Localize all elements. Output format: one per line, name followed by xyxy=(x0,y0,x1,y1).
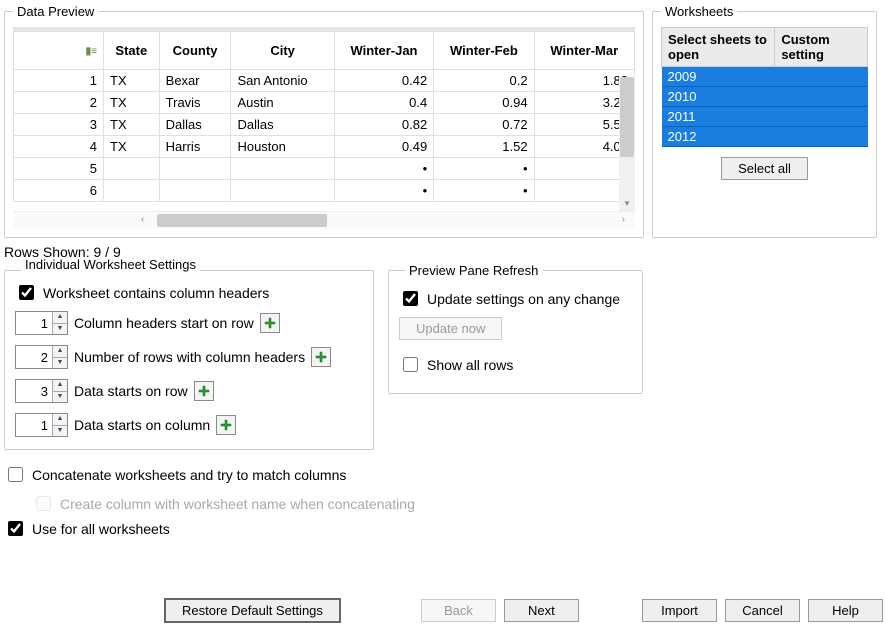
add-range-button[interactable] xyxy=(260,313,280,333)
update-any-checkbox[interactable] xyxy=(403,291,418,306)
scroll-right-icon[interactable]: › xyxy=(622,214,625,225)
import-button[interactable]: Import xyxy=(642,599,717,622)
spin-up-icon[interactable]: ▲ xyxy=(53,312,67,324)
table-row[interactable]: 1TXBexarSan Antonio0.420.21.82 xyxy=(14,70,635,92)
spin-up-icon[interactable]: ▲ xyxy=(53,414,67,426)
data-preview-group: Data Preview ▮≡ State County City Winter… xyxy=(4,4,644,238)
spin-up-icon[interactable]: ▲ xyxy=(53,380,67,392)
worksheet-row[interactable]: 2011 xyxy=(662,107,868,127)
scroll-thumb[interactable] xyxy=(620,77,634,157)
back-button[interactable]: Back xyxy=(421,599,496,622)
worksheet-row[interactable]: 2010 xyxy=(662,87,868,107)
spin-down-icon[interactable]: ▼ xyxy=(53,392,67,403)
plus-icon xyxy=(219,418,233,432)
help-button[interactable]: Help xyxy=(808,599,883,622)
worksheets-group: Worksheets Select sheets to open Custom … xyxy=(652,4,877,238)
has-headers-checkbox[interactable] xyxy=(19,285,34,300)
scroll-thumb[interactable] xyxy=(157,214,327,227)
create-col-check: Create column with worksheet name when c… xyxy=(32,493,883,514)
corner-cell: ▮≡ xyxy=(14,32,104,70)
ppr-title: Preview Pane Refresh xyxy=(405,263,542,278)
worksheets-table: Select sheets to open Custom setting 200… xyxy=(661,27,868,147)
data-row-input[interactable] xyxy=(16,380,52,402)
has-headers-check[interactable]: Worksheet contains column headers xyxy=(15,282,363,303)
num-header-rows-spin[interactable]: ▲▼ xyxy=(15,345,68,369)
spin-down-icon[interactable]: ▼ xyxy=(53,324,67,335)
add-range-button[interactable] xyxy=(311,347,331,367)
spin-up-icon[interactable]: ▲ xyxy=(53,346,67,358)
table-row[interactable]: 2TXTravisAustin0.40.943.21 xyxy=(14,92,635,114)
col-header[interactable]: Winter-Jan xyxy=(334,32,433,70)
headers-start-label: Column headers start on row xyxy=(74,315,254,331)
col-header[interactable]: State xyxy=(104,32,160,70)
col-header[interactable]: City xyxy=(231,32,334,70)
iws-title: Individual Worksheet Settings xyxy=(21,257,200,272)
concat-checkbox[interactable] xyxy=(8,467,23,482)
plus-icon xyxy=(263,316,277,330)
table-row[interactable]: 5••• xyxy=(14,158,635,180)
data-col-input[interactable] xyxy=(16,414,52,436)
data-row-label: Data starts on row xyxy=(74,383,188,399)
table-row[interactable]: 4TXHarrisHouston0.491.524.08 xyxy=(14,136,635,158)
select-all-button[interactable]: Select all xyxy=(721,157,808,180)
data-col-spin[interactable]: ▲▼ xyxy=(15,413,68,437)
footer-buttons: Restore Default Settings Back Next Impor… xyxy=(4,598,883,623)
restore-defaults-button[interactable]: Restore Default Settings xyxy=(164,598,341,623)
update-any-check[interactable]: Update settings on any change xyxy=(399,288,632,309)
worksheets-col-custom[interactable]: Custom setting xyxy=(775,28,868,67)
data-row-spin[interactable]: ▲▼ xyxy=(15,379,68,403)
add-range-button[interactable] xyxy=(216,415,236,435)
use-all-check[interactable]: Use for all worksheets xyxy=(4,518,883,539)
col-header[interactable]: County xyxy=(159,32,231,70)
show-all-checkbox[interactable] xyxy=(403,357,418,372)
table-row[interactable]: 3TXDallasDallas0.820.725.56 xyxy=(14,114,635,136)
worksheets-col-select[interactable]: Select sheets to open xyxy=(662,28,775,67)
worksheets-title: Worksheets xyxy=(661,4,737,19)
concat-check[interactable]: Concatenate worksheets and try to match … xyxy=(4,464,883,485)
next-button[interactable]: Next xyxy=(504,599,579,622)
update-now-button[interactable]: Update now xyxy=(399,317,502,340)
corner-glyph-icon: ▮≡ xyxy=(86,46,97,57)
worksheet-row[interactable]: 2012 xyxy=(662,127,868,147)
plus-icon xyxy=(197,384,211,398)
headers-start-input[interactable] xyxy=(16,312,52,334)
headers-start-spin[interactable]: ▲▼ xyxy=(15,311,68,335)
vertical-scrollbar[interactable]: ▾ xyxy=(619,77,635,211)
scroll-down-icon[interactable]: ▾ xyxy=(619,198,635,209)
worksheet-row[interactable]: 2009 xyxy=(662,67,868,87)
data-col-label: Data starts on column xyxy=(74,417,210,433)
col-header[interactable]: Winter-Feb xyxy=(434,32,534,70)
plus-icon xyxy=(314,350,328,364)
horizontal-scrollbar[interactable]: ‹ › xyxy=(13,211,635,229)
num-header-rows-input[interactable] xyxy=(16,346,52,368)
show-all-check[interactable]: Show all rows xyxy=(399,354,632,375)
add-range-button[interactable] xyxy=(194,381,214,401)
table-row[interactable]: 6••• xyxy=(14,180,635,202)
num-header-rows-label: Number of rows with column headers xyxy=(74,349,305,365)
col-header[interactable]: Winter-Mar xyxy=(534,32,634,70)
cancel-button[interactable]: Cancel xyxy=(725,599,800,622)
spin-down-icon[interactable]: ▼ xyxy=(53,426,67,437)
preview-table: ▮≡ State County City Winter-Jan Winter-F… xyxy=(13,31,635,202)
preview-pane: ▮≡ State County City Winter-Jan Winter-F… xyxy=(13,27,635,229)
use-all-checkbox[interactable] xyxy=(8,521,23,536)
data-preview-title: Data Preview xyxy=(13,4,98,19)
spin-down-icon[interactable]: ▼ xyxy=(53,358,67,369)
create-col-checkbox xyxy=(36,496,51,511)
